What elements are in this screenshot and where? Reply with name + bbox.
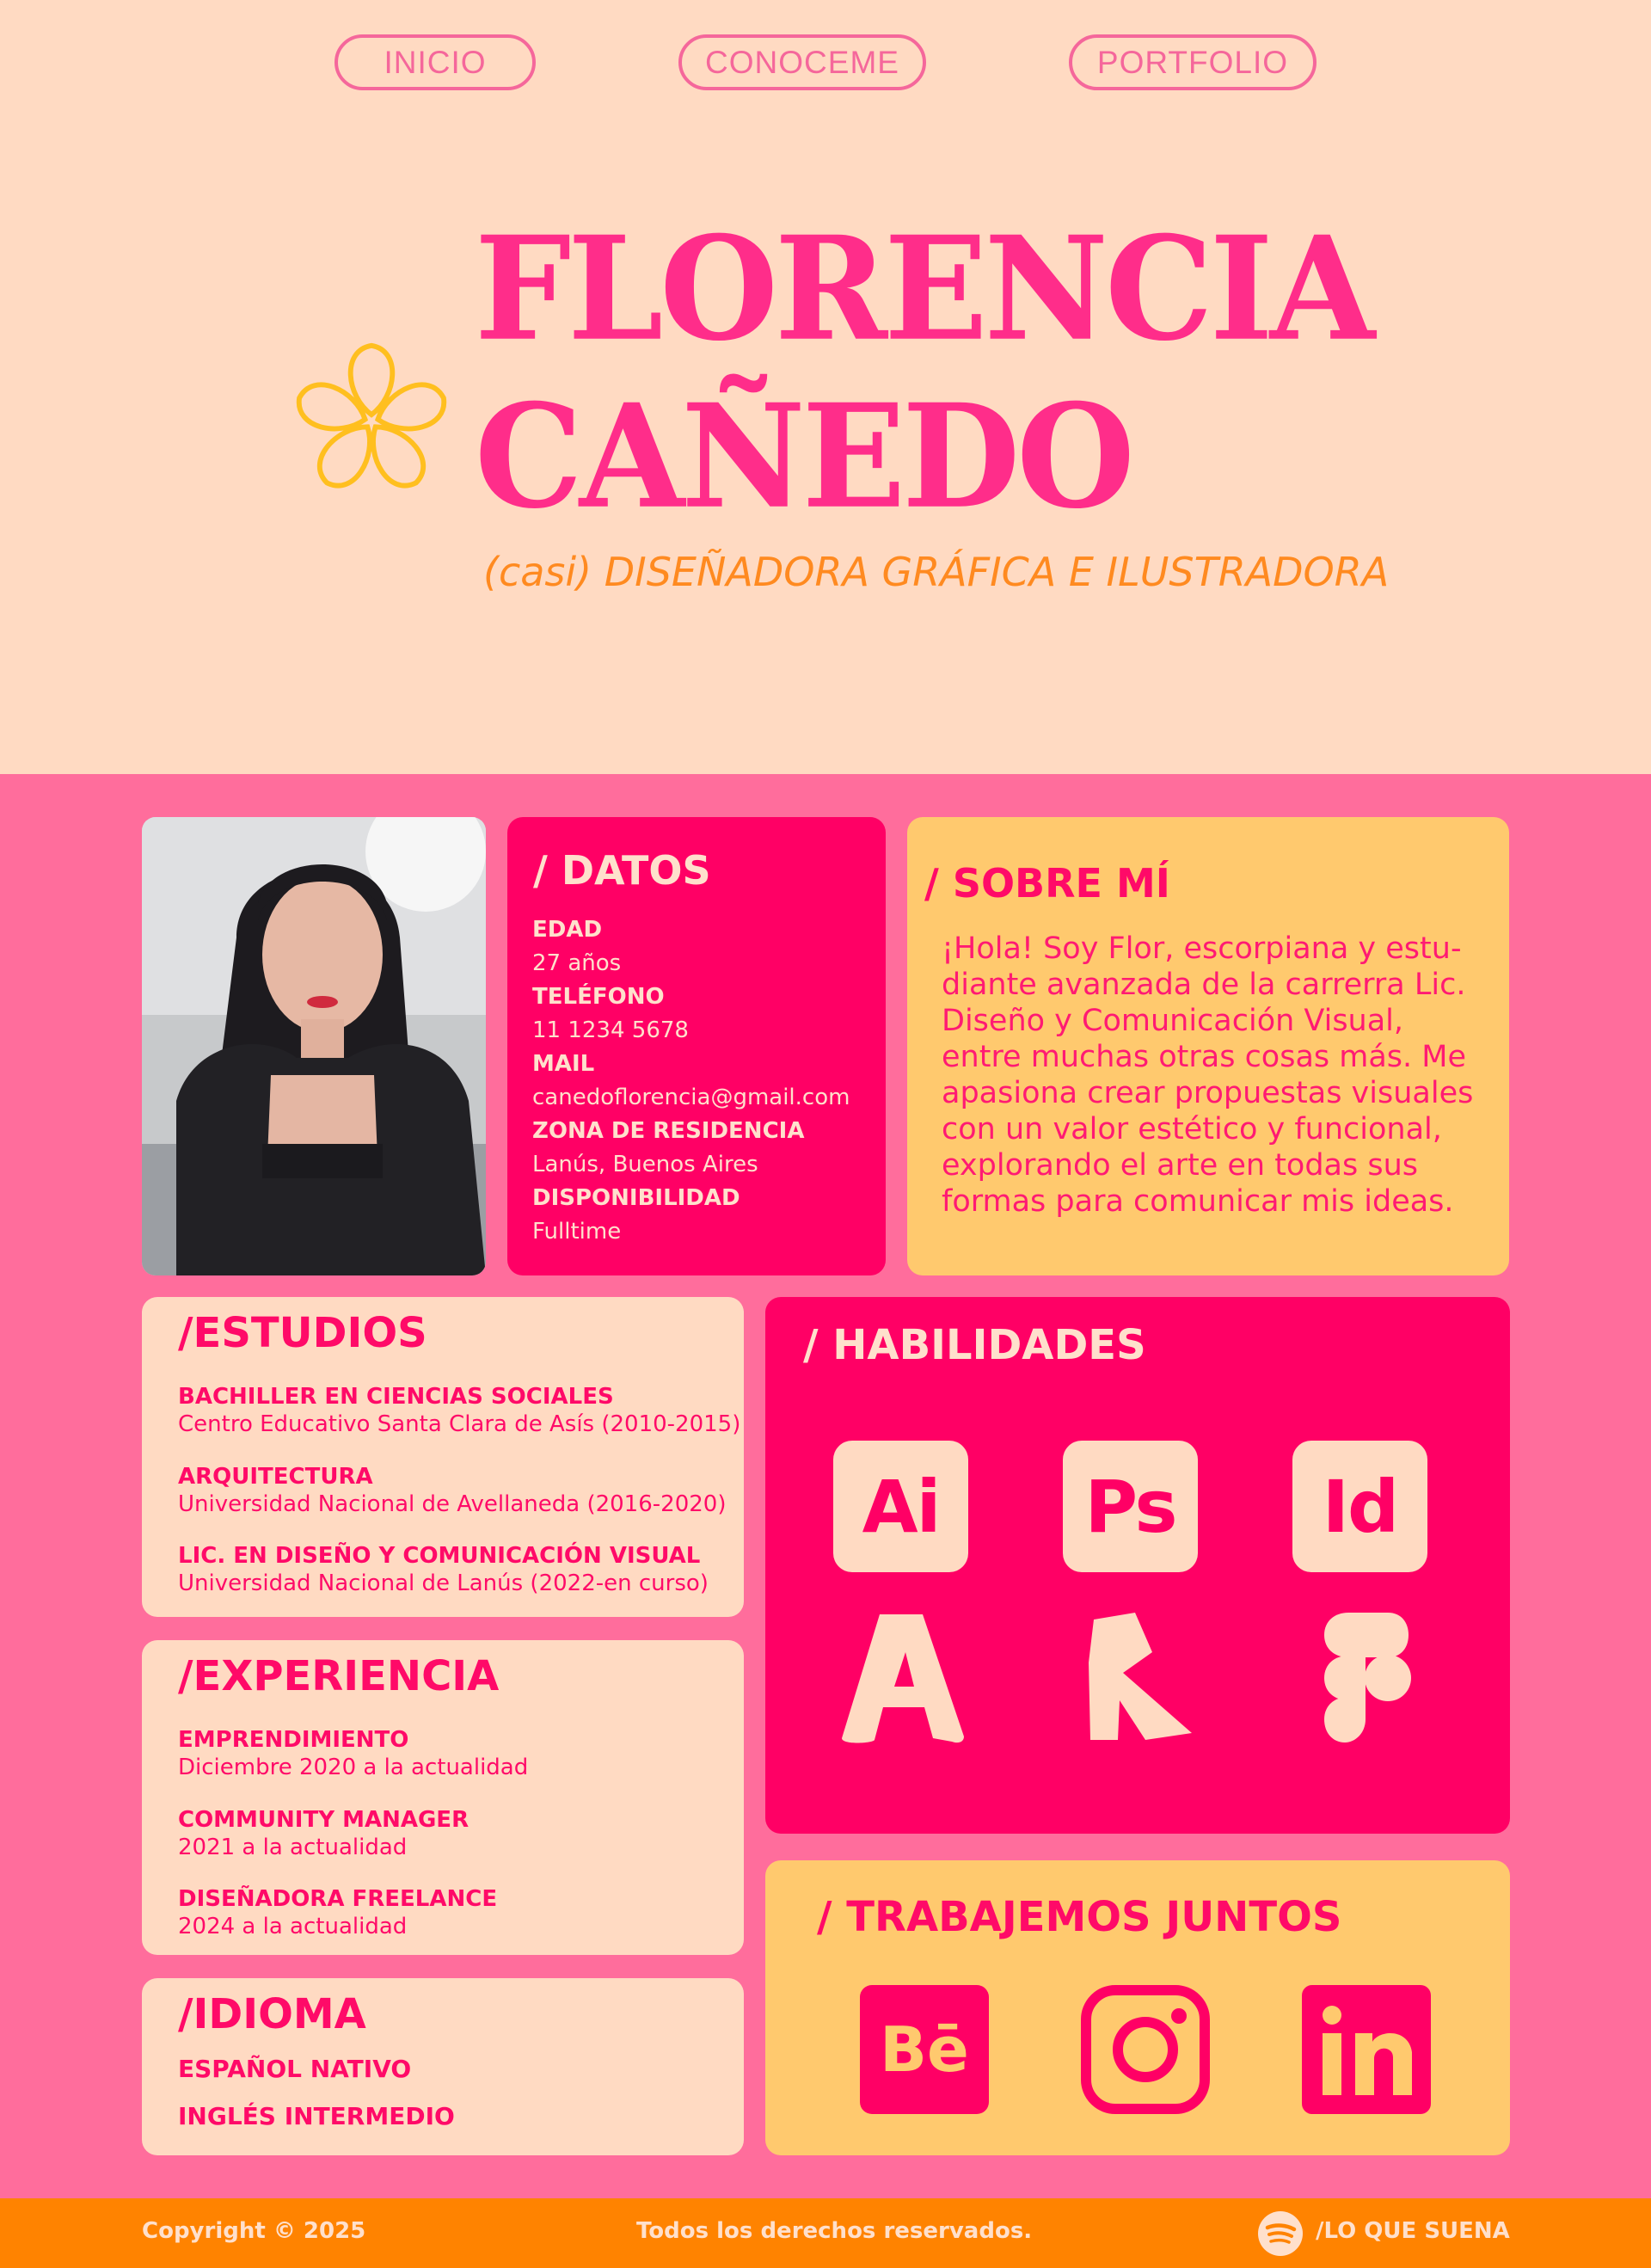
- sobre-mi-line: diante avanzada de la carrerra Lic.: [942, 968, 1466, 1002]
- experiencia-item-sub: 2024 a la actualidad: [178, 1914, 408, 1939]
- estudios-item-sub: Centro Educativo Santa Clara de Asís (20…: [178, 1411, 741, 1437]
- experiencia-item: EMPRENDIMIENTO Diciembre 2020 a la actua…: [178, 1726, 528, 1781]
- estudios-item-title: LIC. EN DISEÑO Y COMUNICACIÓN VISUAL: [178, 1543, 701, 1569]
- habilidades-card: / HABILIDADES Ai Ps Id: [765, 1297, 1510, 1834]
- estudios-title: /ESTUDIOS: [178, 1309, 427, 1357]
- hero-name-last: CAÑEDO: [475, 373, 1135, 541]
- datos-label-mail: MAIL: [532, 1051, 595, 1077]
- footer-spotify-link[interactable]: /LO QUE SUENA: [1316, 2218, 1510, 2244]
- experiencia-item-title: EMPRENDIMIENTO: [178, 1727, 409, 1753]
- idioma-title: /IDIOMA: [178, 1990, 366, 2038]
- experiencia-item-title: COMMUNITY MANAGER: [178, 1807, 470, 1833]
- datos-card: / DATOS EDAD 27 años TELÉFONO 11 1234 56…: [507, 817, 886, 1275]
- datos-value-disponibilidad: Fulltime: [532, 1219, 622, 1245]
- datos-label-zona: ZONA DE RESIDENCIA: [532, 1118, 805, 1144]
- estudios-card: /ESTUDIOS BACHILLER EN CIENCIAS SOCIALES…: [142, 1297, 744, 1617]
- footer-rights: Todos los derechos reservados.: [636, 2218, 1033, 2244]
- estudios-item-title: BACHILLER EN CIENCIAS SOCIALES: [178, 1384, 614, 1410]
- indesign-icon: Id: [1292, 1441, 1427, 1572]
- nav-inicio[interactable]: INICIO: [334, 34, 536, 90]
- experiencia-item: DISEÑADORA FREELANCE 2024 a la actualida…: [178, 1885, 497, 1940]
- acrobat-icon: [842, 1614, 964, 1743]
- footer: Copyright © 2025 Todos los derechos rese…: [0, 2198, 1651, 2268]
- procreate-icon: [1089, 1613, 1192, 1740]
- flower-outline-icon: [287, 342, 456, 506]
- idioma-item: INGLÉS INTERMEDIO: [178, 2103, 455, 2130]
- sobre-mi-card: / SOBRE MÍ ¡Hola! Soy Flor, escorpiana y…: [907, 817, 1509, 1275]
- estudios-item-sub: Universidad Nacional de Avellaneda (2016…: [178, 1491, 727, 1517]
- datos-label-disponibilidad: DISPONIBILIDAD: [532, 1185, 740, 1211]
- idioma-item-label: INGLÉS INTERMEDIO: [178, 2102, 455, 2130]
- experiencia-item-sub: Diciembre 2020 a la actualidad: [178, 1755, 529, 1780]
- linkedin-icon[interactable]: [1302, 1985, 1431, 2114]
- sobre-mi-line: explorando el arte en todas sus: [942, 1148, 1419, 1183]
- experiencia-item-title: DISEÑADORA FREELANCE: [178, 1886, 498, 1912]
- datos-value-telefono[interactable]: 11 1234 5678: [532, 1014, 850, 1048]
- sobre-mi-title: / SOBRE MÍ: [924, 860, 1170, 907]
- datos-value-zona: Lanús, Buenos Aires: [532, 1152, 758, 1177]
- datos-title: / DATOS: [533, 847, 711, 894]
- sobre-mi-line: entre muchas otras cosas más. Me: [942, 1040, 1467, 1074]
- trabajemos-title: / TRABAJEMOS JUNTOS: [817, 1893, 1342, 1941]
- nav-conoceme[interactable]: CONOCEME: [678, 34, 926, 90]
- estudios-item: ARQUITECTURA Universidad Nacional de Ave…: [178, 1463, 726, 1518]
- sobre-mi-line: con un valor estético y funcional,: [942, 1112, 1442, 1146]
- hero-name-first: FLORENCIA: [475, 206, 1375, 373]
- footer-copyright: Copyright © 2025: [142, 2218, 366, 2244]
- experiencia-card: /EXPERIENCIA EMPRENDIMIENTO Diciembre 20…: [142, 1640, 744, 1955]
- experiencia-title: /EXPERIENCIA: [178, 1652, 500, 1700]
- instagram-icon[interactable]: [1081, 1985, 1210, 2114]
- behance-icon[interactable]: Bē: [860, 1985, 989, 2114]
- idioma-item: ESPAÑOL NATIVO: [178, 2056, 411, 2083]
- datos-value-mail[interactable]: canedoflorencia@gmail.com: [532, 1081, 850, 1115]
- svg-text:Bē: Bē: [880, 2013, 969, 2086]
- datos-label-edad: EDAD: [532, 917, 603, 943]
- idioma-item-label: ESPAÑOL NATIVO: [178, 2055, 412, 2083]
- datos-list: EDAD 27 años TELÉFONO 11 1234 5678 MAIL …: [532, 913, 850, 1249]
- idioma-card: /IDIOMA ESPAÑOL NATIVO INGLÉS INTERMEDIO: [142, 1978, 744, 2155]
- hero-subtitle: (casi) DISEÑADORA GRÁFICA E ILUSTRADORA: [483, 549, 1390, 595]
- profile-photo: [142, 817, 486, 1275]
- estudios-item: LIC. EN DISEÑO Y COMUNICACIÓN VISUAL Uni…: [178, 1542, 709, 1597]
- sobre-mi-line: ¡Hola! Soy Flor, escorpiana y estu-: [942, 931, 1462, 966]
- datos-label-telefono: TELÉFONO: [532, 984, 665, 1010]
- sobre-mi-line: Diseño y Comunicación Visual,: [942, 1004, 1404, 1038]
- sobre-mi-line: formas para comunicar mis ideas.: [942, 1184, 1454, 1219]
- nav-portfolio[interactable]: PORTFOLIO: [1069, 34, 1317, 90]
- experiencia-item: COMMUNITY MANAGER 2021 a la actualidad: [178, 1806, 469, 1861]
- figma-icon: [1324, 1613, 1411, 1742]
- datos-value-edad: 27 años: [532, 950, 622, 976]
- experiencia-item-sub: 2021 a la actualidad: [178, 1835, 408, 1860]
- habilidades-title: / HABILIDADES: [803, 1321, 1146, 1369]
- sobre-mi-text: ¡Hola! Soy Flor, escorpiana y estu- dian…: [942, 931, 1501, 1220]
- estudios-item-title: ARQUITECTURA: [178, 1464, 373, 1490]
- trabajemos-card: / TRABAJEMOS JUNTOS Bē: [765, 1860, 1510, 2155]
- estudios-item-sub: Universidad Nacional de Lanús (2022-en c…: [178, 1570, 709, 1596]
- estudios-item: BACHILLER EN CIENCIAS SOCIALES Centro Ed…: [178, 1383, 740, 1438]
- spotify-icon[interactable]: [1257, 2210, 1304, 2257]
- photoshop-icon: Ps: [1063, 1441, 1198, 1572]
- sobre-mi-line: apasiona crear propuestas visuales: [942, 1076, 1474, 1110]
- illustrator-icon: Ai: [833, 1441, 968, 1572]
